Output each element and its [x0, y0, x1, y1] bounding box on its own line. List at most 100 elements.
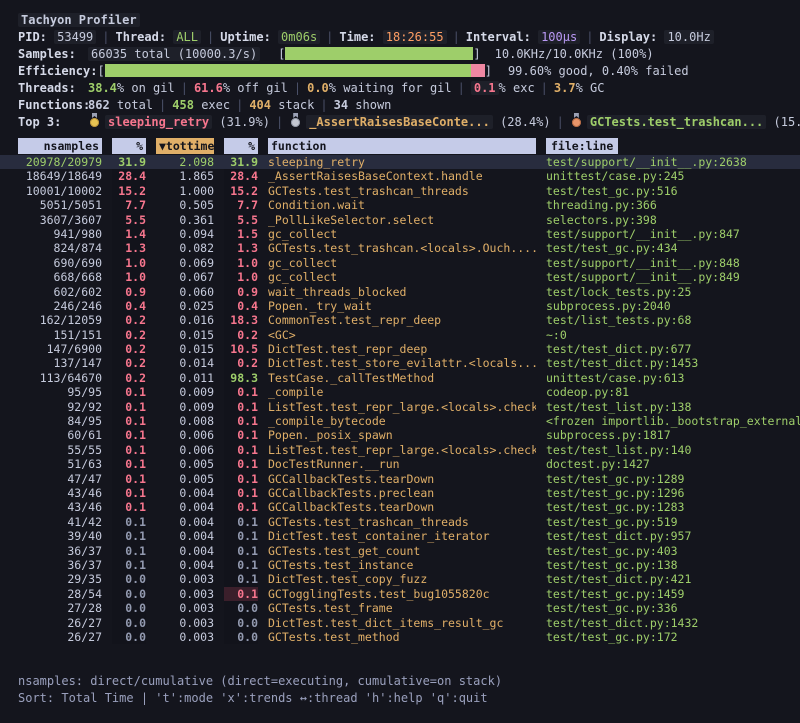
nsamples-cell: 39/40: [18, 529, 102, 543]
file-cell: doctest.py:1427: [546, 457, 800, 471]
table-row[interactable]: 3607/36075.50.3615.5_PollLikeSelector.se…: [0, 213, 800, 227]
table-row[interactable]: 29/350.00.0030.1DictTest.test_copy_fuzzt…: [0, 572, 800, 586]
tottime-cell: 0.003: [156, 630, 214, 644]
table-row[interactable]: 824/8741.30.0821.3GCTests.test_trashcan.…: [0, 241, 800, 255]
file-cell: test/support/__init__.py:2638: [546, 155, 800, 169]
cum-pct-cell: 0.1: [224, 515, 258, 529]
table-row[interactable]: 95/950.10.0090.1_compilecodeop.py:81: [0, 385, 800, 399]
table-row[interactable]: 602/6020.90.0600.9wait_threads_blockedte…: [0, 285, 800, 299]
table-row[interactable]: 60/610.10.0060.1Popen._posix_spawnsubpro…: [0, 428, 800, 442]
direct-pct-cell: 0.2: [112, 313, 146, 327]
gc-value: 3.7: [554, 81, 576, 95]
file-cell: test/test_gc.py:1459: [546, 587, 800, 601]
table-row[interactable]: 668/6681.00.0671.0gc_collecttest/support…: [0, 270, 800, 284]
column-header-direct-pct[interactable]: %: [112, 138, 146, 154]
cum-pct-cell: 1.5: [224, 227, 258, 241]
table-row[interactable]: 39/400.10.0040.1DictTest.test_container_…: [0, 529, 800, 543]
table-row[interactable]: 18649/1864928.41.86528.4_AssertRaisesBas…: [0, 169, 800, 183]
table-row[interactable]: 10001/1000215.21.00015.2GCTests.test_tra…: [0, 184, 800, 198]
display-label: Display:: [599, 30, 657, 44]
cum-pct-cell: 10.5: [224, 342, 258, 356]
cum-pct-cell: 0.1: [224, 457, 258, 471]
table-row[interactable]: 162/120590.20.01618.3CommonTest.test_rep…: [0, 313, 800, 327]
table-row[interactable]: 20978/2097931.92.09831.9sleeping_retryte…: [0, 155, 800, 169]
table-row[interactable]: 26/270.00.0030.0GCTests.test_methodtest/…: [0, 630, 800, 644]
file-cell: test/support/__init__.py:848: [546, 256, 800, 270]
function-cell: GCCallbackTests.tearDown: [268, 500, 536, 514]
separator: |: [175, 81, 194, 95]
thread-value[interactable]: ALL: [173, 30, 201, 44]
function-cell: GCCallbackTests.preclean: [268, 486, 536, 500]
table-row[interactable]: 27/280.00.0030.0GCTests.test_frametest/t…: [0, 601, 800, 615]
table-row[interactable]: 147/69000.20.01510.5DictTest.test_repr_d…: [0, 342, 800, 356]
column-header-function[interactable]: function: [268, 138, 536, 154]
cum-pct-cell: 0.1: [224, 385, 258, 399]
nsamples-cell: 92/92: [18, 400, 102, 414]
nsamples-cell: 941/980: [18, 227, 102, 241]
table-row[interactable]: 151/1510.20.0150.2<GC>~:0: [0, 328, 800, 342]
table-row[interactable]: 55/550.10.0060.1ListTest.test_repr_large…: [0, 443, 800, 457]
table-row[interactable]: 51/630.10.0050.1DocTestRunner.__rundocte…: [0, 457, 800, 471]
cum-pct-cell: 98.3: [224, 371, 258, 385]
nsamples-cell: 3607/3607: [18, 213, 102, 227]
threads-line: Threads:38.4% on gil|61.6% off gil|0.0% …: [0, 80, 800, 97]
top3-pct: (15.2%): [774, 115, 800, 129]
table-row[interactable]: 43/460.10.0040.1GCCallbackTests.tearDown…: [0, 500, 800, 514]
direct-pct-cell: 0.1: [112, 400, 146, 414]
direct-pct-cell: 0.1: [112, 443, 146, 457]
direct-pct-cell: 0.1: [112, 457, 146, 471]
table-row[interactable]: 41/420.10.0040.1GCTests.test_trashcan_th…: [0, 515, 800, 529]
cum-pct-cell: 0.1: [224, 486, 258, 500]
tottime-cell: 0.015: [156, 342, 214, 356]
nsamples-legend: nsamples: direct/cumulative (direct=exec…: [0, 673, 800, 690]
file-cell: test/test_gc.py:1283: [546, 500, 800, 514]
gil-on-value: 38.4: [88, 81, 117, 95]
tottime-cell: 1.865: [156, 169, 214, 183]
table-row[interactable]: 5051/50517.70.5057.7Condition.waitthread…: [0, 198, 800, 212]
samples-bar-open-bracket: [: [278, 47, 285, 61]
cum-pct-cell: 0.1: [224, 414, 258, 428]
functions-shown-text: shown: [348, 98, 391, 112]
table-row[interactable]: 47/470.10.0050.1GCCallbackTests.tearDown…: [0, 472, 800, 486]
column-header-tottime[interactable]: ▼tottime: [156, 138, 214, 154]
table-row[interactable]: 113/646700.20.01198.3TestCase._callTestM…: [0, 371, 800, 385]
nsamples-cell: 602/602: [18, 285, 102, 299]
table-row[interactable]: 36/370.10.0040.1GCTests.test_get_countte…: [0, 544, 800, 558]
direct-pct-cell: 0.1: [112, 472, 146, 486]
column-header-cum-pct[interactable]: %: [224, 138, 258, 154]
top3-function[interactable]: GCTests.test_trashcan...: [587, 115, 766, 129]
file-cell: unittest/case.py:613: [546, 371, 800, 385]
function-cell: gc_collect: [268, 270, 536, 284]
table-row[interactable]: 26/270.00.0030.0DictTest.test_dict_items…: [0, 616, 800, 630]
table-row[interactable]: 137/1470.20.0140.2DictTest.test_store_ev…: [0, 356, 800, 370]
file-cell: test/test_gc.py:172: [546, 630, 800, 644]
table-row[interactable]: 92/920.10.0090.1ListTest.test_repr_large…: [0, 400, 800, 414]
table-row[interactable]: 941/9801.40.0941.5gc_collecttest/support…: [0, 227, 800, 241]
top2-function[interactable]: _AssertRaisesBaseConte...: [306, 115, 493, 129]
table-row[interactable]: 690/6901.00.0691.0gc_collecttest/support…: [0, 256, 800, 270]
gil-on-text: % on gil: [117, 81, 175, 95]
column-header-nsamples[interactable]: nsamples: [18, 138, 102, 154]
table-row[interactable]: 43/460.10.0040.1GCCallbackTests.preclean…: [0, 486, 800, 500]
nsamples-cell: 824/874: [18, 241, 102, 255]
file-cell: codeop.py:81: [546, 385, 800, 399]
nsamples-cell: 95/95: [18, 385, 102, 399]
function-cell: _PollLikeSelector.select: [268, 213, 536, 227]
uptime-label: Uptime:: [220, 30, 271, 44]
table-row[interactable]: 36/370.10.0040.1GCTests.test_instancetes…: [0, 558, 800, 572]
nsamples-cell: 43/46: [18, 486, 102, 500]
nsamples-cell: 18649/18649: [18, 169, 102, 183]
direct-pct-cell: 0.1: [112, 428, 146, 442]
function-cell: DictTest.test_repr_deep: [268, 342, 536, 356]
top1-function[interactable]: sleeping_retry: [105, 115, 212, 129]
tottime-cell: 0.094: [156, 227, 214, 241]
tottime-cell: 0.009: [156, 385, 214, 399]
table-row[interactable]: 246/2460.40.0250.4Popen._try_waitsubproc…: [0, 299, 800, 313]
function-cell: Popen._try_wait: [268, 299, 536, 313]
cum-pct-cell: 0.0: [224, 630, 258, 644]
time-value: 18:26:55: [383, 30, 447, 44]
table-row[interactable]: 28/540.00.0030.1GCTogglingTests.test_bug…: [0, 587, 800, 601]
table-row[interactable]: 84/950.10.0080.1_compile_bytecode<frozen…: [0, 414, 800, 428]
direct-pct-cell: 15.2: [112, 184, 146, 198]
column-header-file-line[interactable]: file:line: [546, 138, 618, 154]
